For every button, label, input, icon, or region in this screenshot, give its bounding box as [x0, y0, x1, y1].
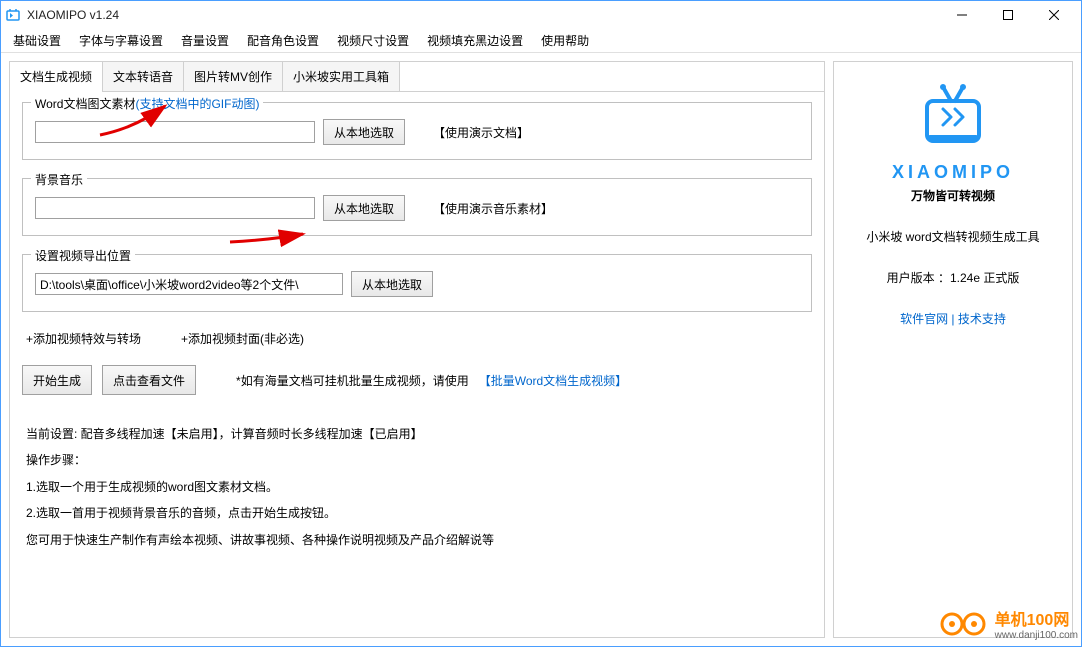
- side-panel: XIAOMIPO 万物皆可转视频 小米坡 word文档转视频生成工具 用户版本 …: [833, 61, 1073, 638]
- output-path-browse-button[interactable]: 从本地选取: [351, 271, 433, 297]
- current-settings-text: 当前设置: 配音多线程加速【未启用】，计算音频时长多线程加速【已启用】: [26, 421, 812, 447]
- minimize-button[interactable]: [939, 1, 985, 29]
- tab-content: Word文档图文素材(支持文档中的GIF动图) 从本地选取 【使用演示文档】 背…: [10, 92, 824, 637]
- batch-link[interactable]: 【批量Word文档生成视频】: [479, 372, 627, 389]
- bgm-demo-hint[interactable]: 【使用演示音乐素材】: [433, 200, 553, 217]
- watermark-title: 单机100网: [995, 606, 1078, 630]
- view-files-button[interactable]: 点击查看文件: [102, 365, 196, 395]
- add-cover-link[interactable]: +添加视频封面(非必选): [181, 330, 304, 347]
- batch-hint-text: *如有海量文档可挂机批量生成视频，请使用: [236, 372, 469, 389]
- maximize-button[interactable]: [985, 1, 1031, 29]
- tech-support-link[interactable]: 技术支持: [958, 312, 1006, 326]
- word-material-demo-hint[interactable]: 【使用演示文档】: [433, 124, 529, 141]
- output-path-input[interactable]: [35, 273, 343, 295]
- app-icon: [5, 7, 21, 23]
- step-2-text: 2.选取一首用于视频背景音乐的音频，点击开始生成按钮。: [26, 500, 812, 526]
- menu-help[interactable]: 使用帮助: [533, 29, 597, 52]
- arrow-annotation-2: [225, 220, 310, 250]
- watermark: 单机100网 www.danji100.com: [939, 606, 1078, 641]
- word-material-input[interactable]: [35, 121, 315, 143]
- main-panel: 文档生成视频 文本转语音 图片转MV创作 小米坡实用工具箱 Word文档图文素材…: [9, 61, 825, 638]
- menu-font-subtitle[interactable]: 字体与字幕设置: [71, 29, 171, 52]
- add-effects-link[interactable]: +添加视频特效与转场: [26, 330, 141, 347]
- tab-text-to-speech[interactable]: 文本转语音: [103, 62, 184, 91]
- product-desc: 小米坡 word文档转视频生成工具: [866, 228, 1039, 245]
- arrow-annotation-1: [95, 100, 175, 140]
- info-block: 当前设置: 配音多线程加速【未启用】，计算音频时长多线程加速【已启用】 操作步骤…: [22, 421, 812, 553]
- menubar: 基础设置 字体与字幕设置 音量设置 配音角色设置 视频尺寸设置 视频填充黑边设置…: [1, 29, 1081, 53]
- brand-logo-icon: [903, 76, 1003, 156]
- close-button[interactable]: [1031, 1, 1077, 29]
- bgm-browse-button[interactable]: 从本地选取: [323, 195, 405, 221]
- usage-text: 您可用于快速生产制作有声绘本视频、讲故事视频、各种操作说明视频及产品介绍解说等: [26, 527, 812, 553]
- tab-image-to-mv[interactable]: 图片转MV创作: [184, 62, 283, 91]
- steps-heading: 操作步骤：: [26, 447, 812, 473]
- official-site-link[interactable]: 软件官网: [900, 312, 948, 326]
- brand-name: XIAOMIPO: [892, 162, 1014, 183]
- menu-video-size[interactable]: 视频尺寸设置: [329, 29, 417, 52]
- tab-doc-to-video[interactable]: 文档生成视频: [10, 62, 103, 91]
- watermark-url: www.danji100.com: [995, 630, 1078, 641]
- menu-video-padding[interactable]: 视频填充黑边设置: [419, 29, 531, 52]
- tab-strip: 文档生成视频 文本转语音 图片转MV创作 小米坡实用工具箱: [10, 62, 824, 92]
- titlebar: XIAOMIPO v1.24: [1, 1, 1081, 29]
- watermark-icon: [939, 609, 989, 639]
- start-generate-button[interactable]: 开始生成: [22, 365, 92, 395]
- group-bgm: 背景音乐 从本地选取 【使用演示音乐素材】: [22, 178, 812, 236]
- version-text: 用户版本 ：1.24e 正式版: [887, 269, 1020, 286]
- bgm-input[interactable]: [35, 197, 315, 219]
- tab-toolbox[interactable]: 小米坡实用工具箱: [283, 62, 400, 91]
- menu-voice-role[interactable]: 配音角色设置: [239, 29, 327, 52]
- group-output-path: 设置视频导出位置 从本地选取: [22, 254, 812, 312]
- window-title: XIAOMIPO v1.24: [27, 8, 939, 22]
- group-output-legend: 设置视频导出位置: [31, 247, 135, 264]
- word-material-browse-button[interactable]: 从本地选取: [323, 119, 405, 145]
- group-bgm-legend: 背景音乐: [31, 171, 87, 188]
- menu-volume[interactable]: 音量设置: [173, 29, 237, 52]
- brand-slogan: 万物皆可转视频: [911, 187, 995, 204]
- step-1-text: 1.选取一个用于生成视频的word图文素材文档。: [26, 474, 812, 500]
- menu-basic-settings[interactable]: 基础设置: [5, 29, 69, 52]
